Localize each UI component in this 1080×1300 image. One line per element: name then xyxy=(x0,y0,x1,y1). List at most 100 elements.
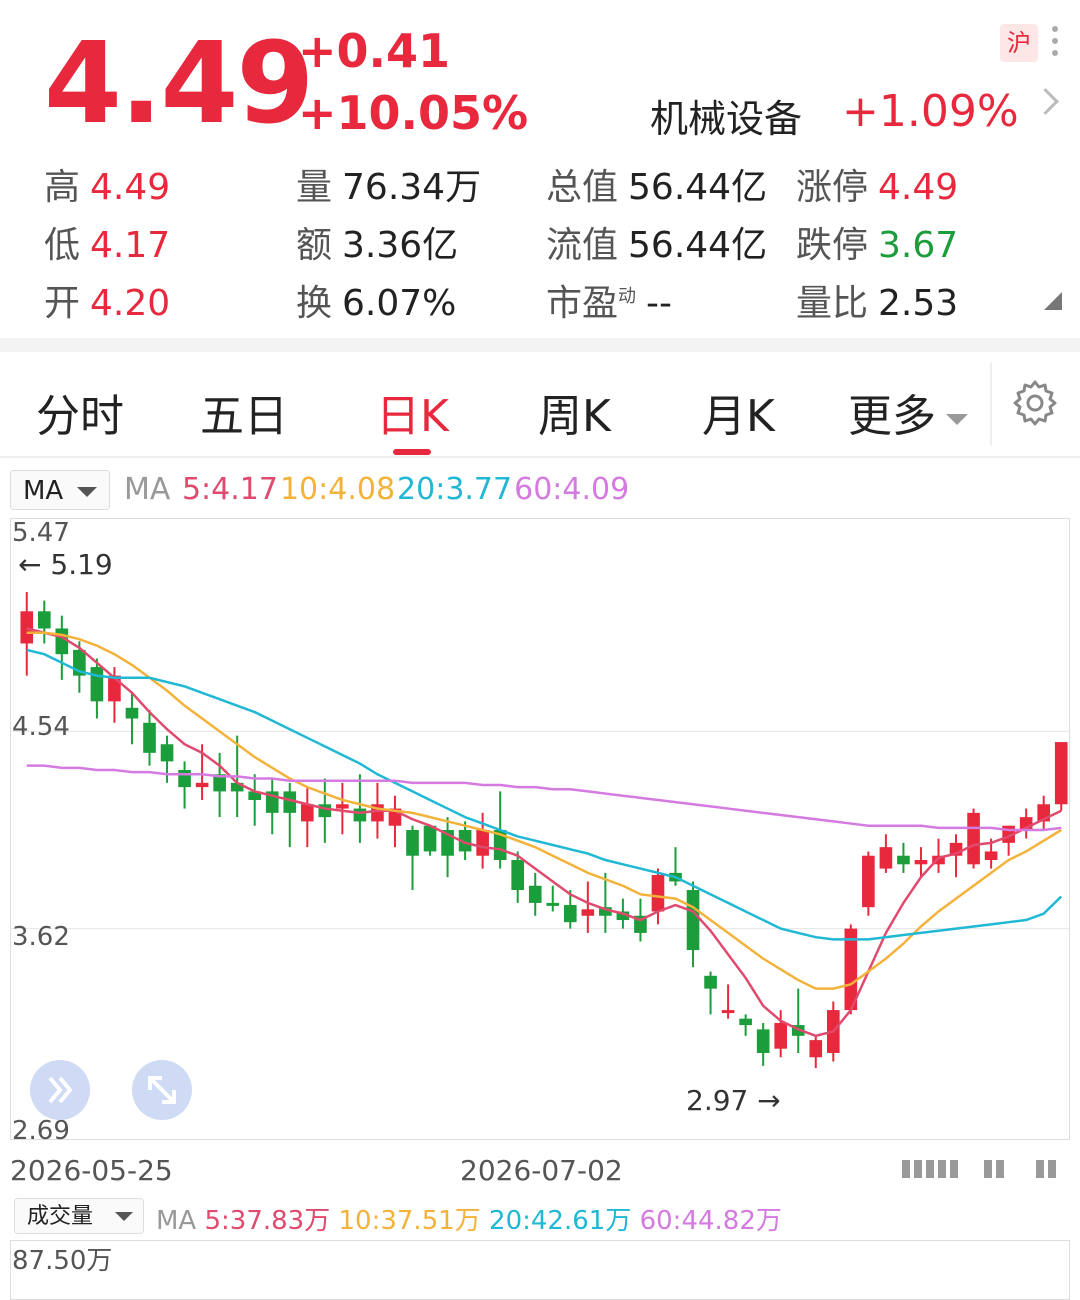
sector-change[interactable]: +1.09% xyxy=(842,86,1019,137)
volume-ma10: 10:37.51万 xyxy=(338,1206,481,1236)
candle-body[interactable] xyxy=(511,860,525,891)
candle-body[interactable] xyxy=(739,1018,752,1026)
candle-body[interactable] xyxy=(423,825,437,852)
high-annotation: ← 5.19 xyxy=(18,548,113,581)
ma5-value: 5:4.17 xyxy=(181,472,278,507)
ma-select-label: MA xyxy=(23,476,64,506)
ma20-value: 20:3.77 xyxy=(397,472,513,507)
candle-body[interactable] xyxy=(90,667,104,702)
fast-forward-button[interactable] xyxy=(30,1060,90,1120)
volume-indicator-select[interactable]: 成交量 xyxy=(14,1198,144,1234)
candle-body[interactable] xyxy=(756,1029,770,1053)
expand-corner-icon[interactable] xyxy=(1044,292,1062,310)
price-axis-mid2: 3.62 xyxy=(12,922,70,952)
candle-body[interactable] xyxy=(55,628,69,655)
candle-body[interactable] xyxy=(563,905,577,923)
tab-daily-k[interactable]: 日K xyxy=(376,380,449,444)
candle-body[interactable] xyxy=(581,909,595,916)
volume-axis-top: 87.50万 xyxy=(12,1246,113,1276)
resize-icon xyxy=(148,1076,176,1104)
candle-body[interactable] xyxy=(809,1040,823,1058)
volume-ma-prefix: MA xyxy=(156,1206,197,1236)
candle-body[interactable] xyxy=(20,611,34,644)
candle-body[interactable] xyxy=(704,975,717,989)
double-chevron-icon xyxy=(48,1076,73,1104)
arrow-right-icon: → xyxy=(757,1084,781,1117)
stat-label: 量比 xyxy=(796,283,869,324)
gear-icon[interactable] xyxy=(1010,378,1060,428)
ma-indicator-select[interactable]: MA xyxy=(10,470,110,510)
tab-weekly-k[interactable]: 周K xyxy=(538,380,611,444)
volume-ma-legend: MA 5:37.83万 10:37.51万 20:42.61万 60:44.82… xyxy=(156,1200,782,1237)
tab-divider xyxy=(990,362,992,446)
caret-down-icon xyxy=(77,487,97,497)
price-axis-mid1: 4.54 xyxy=(12,712,70,742)
price-axis-bottom: 2.69 xyxy=(12,1116,70,1146)
section-separator xyxy=(0,338,1080,352)
date-mid: 2026-07-02 xyxy=(460,1154,623,1187)
stat-label: 额 xyxy=(296,225,333,266)
candle-body[interactable] xyxy=(160,744,174,762)
date-start: 2026-05-25 xyxy=(10,1154,173,1187)
tab-intraday[interactable]: 分时 xyxy=(36,380,124,444)
candle-body[interactable] xyxy=(967,812,980,865)
tab-monthly-k[interactable]: 月K xyxy=(702,380,775,444)
candle-body[interactable] xyxy=(862,855,875,908)
volume-chart-frame[interactable] xyxy=(10,1240,1070,1300)
candle-body[interactable] xyxy=(125,707,139,719)
chevron-right-icon[interactable] xyxy=(1032,88,1059,115)
candle-body[interactable] xyxy=(108,675,121,702)
stat-label: 高 xyxy=(44,167,81,208)
candle-body[interactable] xyxy=(178,769,191,788)
candle-body[interactable] xyxy=(476,830,489,856)
stat-item: 高 4.49 xyxy=(44,158,170,210)
candle-body[interactable] xyxy=(353,808,367,822)
stat-item: 量比 2.53 xyxy=(796,274,958,326)
more-menu-icon[interactable] xyxy=(1052,26,1058,62)
candle-body[interactable] xyxy=(406,830,419,856)
candle-body[interactable] xyxy=(879,847,893,869)
tab-more-label: 更多 xyxy=(848,391,936,442)
candle-body[interactable] xyxy=(651,875,665,912)
tab-five-day[interactable]: 五日 xyxy=(200,380,288,444)
tab-more[interactable]: 更多 xyxy=(848,380,968,444)
stat-value: 4.49 xyxy=(90,167,171,208)
stat-label: 低 xyxy=(44,225,81,266)
ma-legend-prefix: MA xyxy=(124,472,171,507)
candle-body[interactable] xyxy=(984,851,998,861)
tabs-bottom-border xyxy=(0,456,1080,458)
candle-body[interactable] xyxy=(546,902,560,906)
stat-value: 4.17 xyxy=(90,225,171,266)
stat-value: 2.53 xyxy=(878,283,959,324)
resize-chart-button[interactable] xyxy=(132,1060,192,1120)
ma-line-ma60 xyxy=(26,764,1062,832)
stat-value: 56.44亿 xyxy=(628,167,768,208)
candle-body[interactable] xyxy=(37,611,51,629)
volume-select-label: 成交量 xyxy=(27,1204,94,1229)
candle-body[interactable] xyxy=(686,890,700,951)
candle-body[interactable] xyxy=(1054,742,1068,805)
ma-legend: MA 5:4.1710:4.0820:3.7760:4.09 xyxy=(124,472,631,507)
ma-line-ma20 xyxy=(26,648,1063,941)
candle-body[interactable] xyxy=(528,885,542,903)
low-annotation: 2.97 → xyxy=(686,1084,781,1117)
kline-chart[interactable] xyxy=(10,518,1070,1140)
ma60-value: 60:4.09 xyxy=(514,472,630,507)
candle-body[interactable] xyxy=(914,860,928,865)
stat-item: 涨停 4.49 xyxy=(796,158,958,210)
scroll-indicator-icon[interactable] xyxy=(900,1156,1060,1182)
price-axis-top: 5.47 xyxy=(12,518,70,548)
candle-body[interactable] xyxy=(300,804,314,822)
candle-body[interactable] xyxy=(336,804,349,809)
candle-body[interactable] xyxy=(195,782,209,788)
candle-body[interactable] xyxy=(897,855,910,865)
stat-item: 开 4.20 xyxy=(44,274,170,326)
stat-label: 总值 xyxy=(546,167,619,208)
stat-item: 流值 56.44亿 xyxy=(546,216,767,268)
current-price: 4.49 xyxy=(44,19,314,149)
sector-name[interactable]: 机械设备 xyxy=(650,88,802,143)
candle-body[interactable] xyxy=(721,1010,735,1014)
candle-body[interactable] xyxy=(143,722,156,753)
price-change: +0.41 xyxy=(298,24,451,78)
candle-body[interactable] xyxy=(774,1022,788,1049)
